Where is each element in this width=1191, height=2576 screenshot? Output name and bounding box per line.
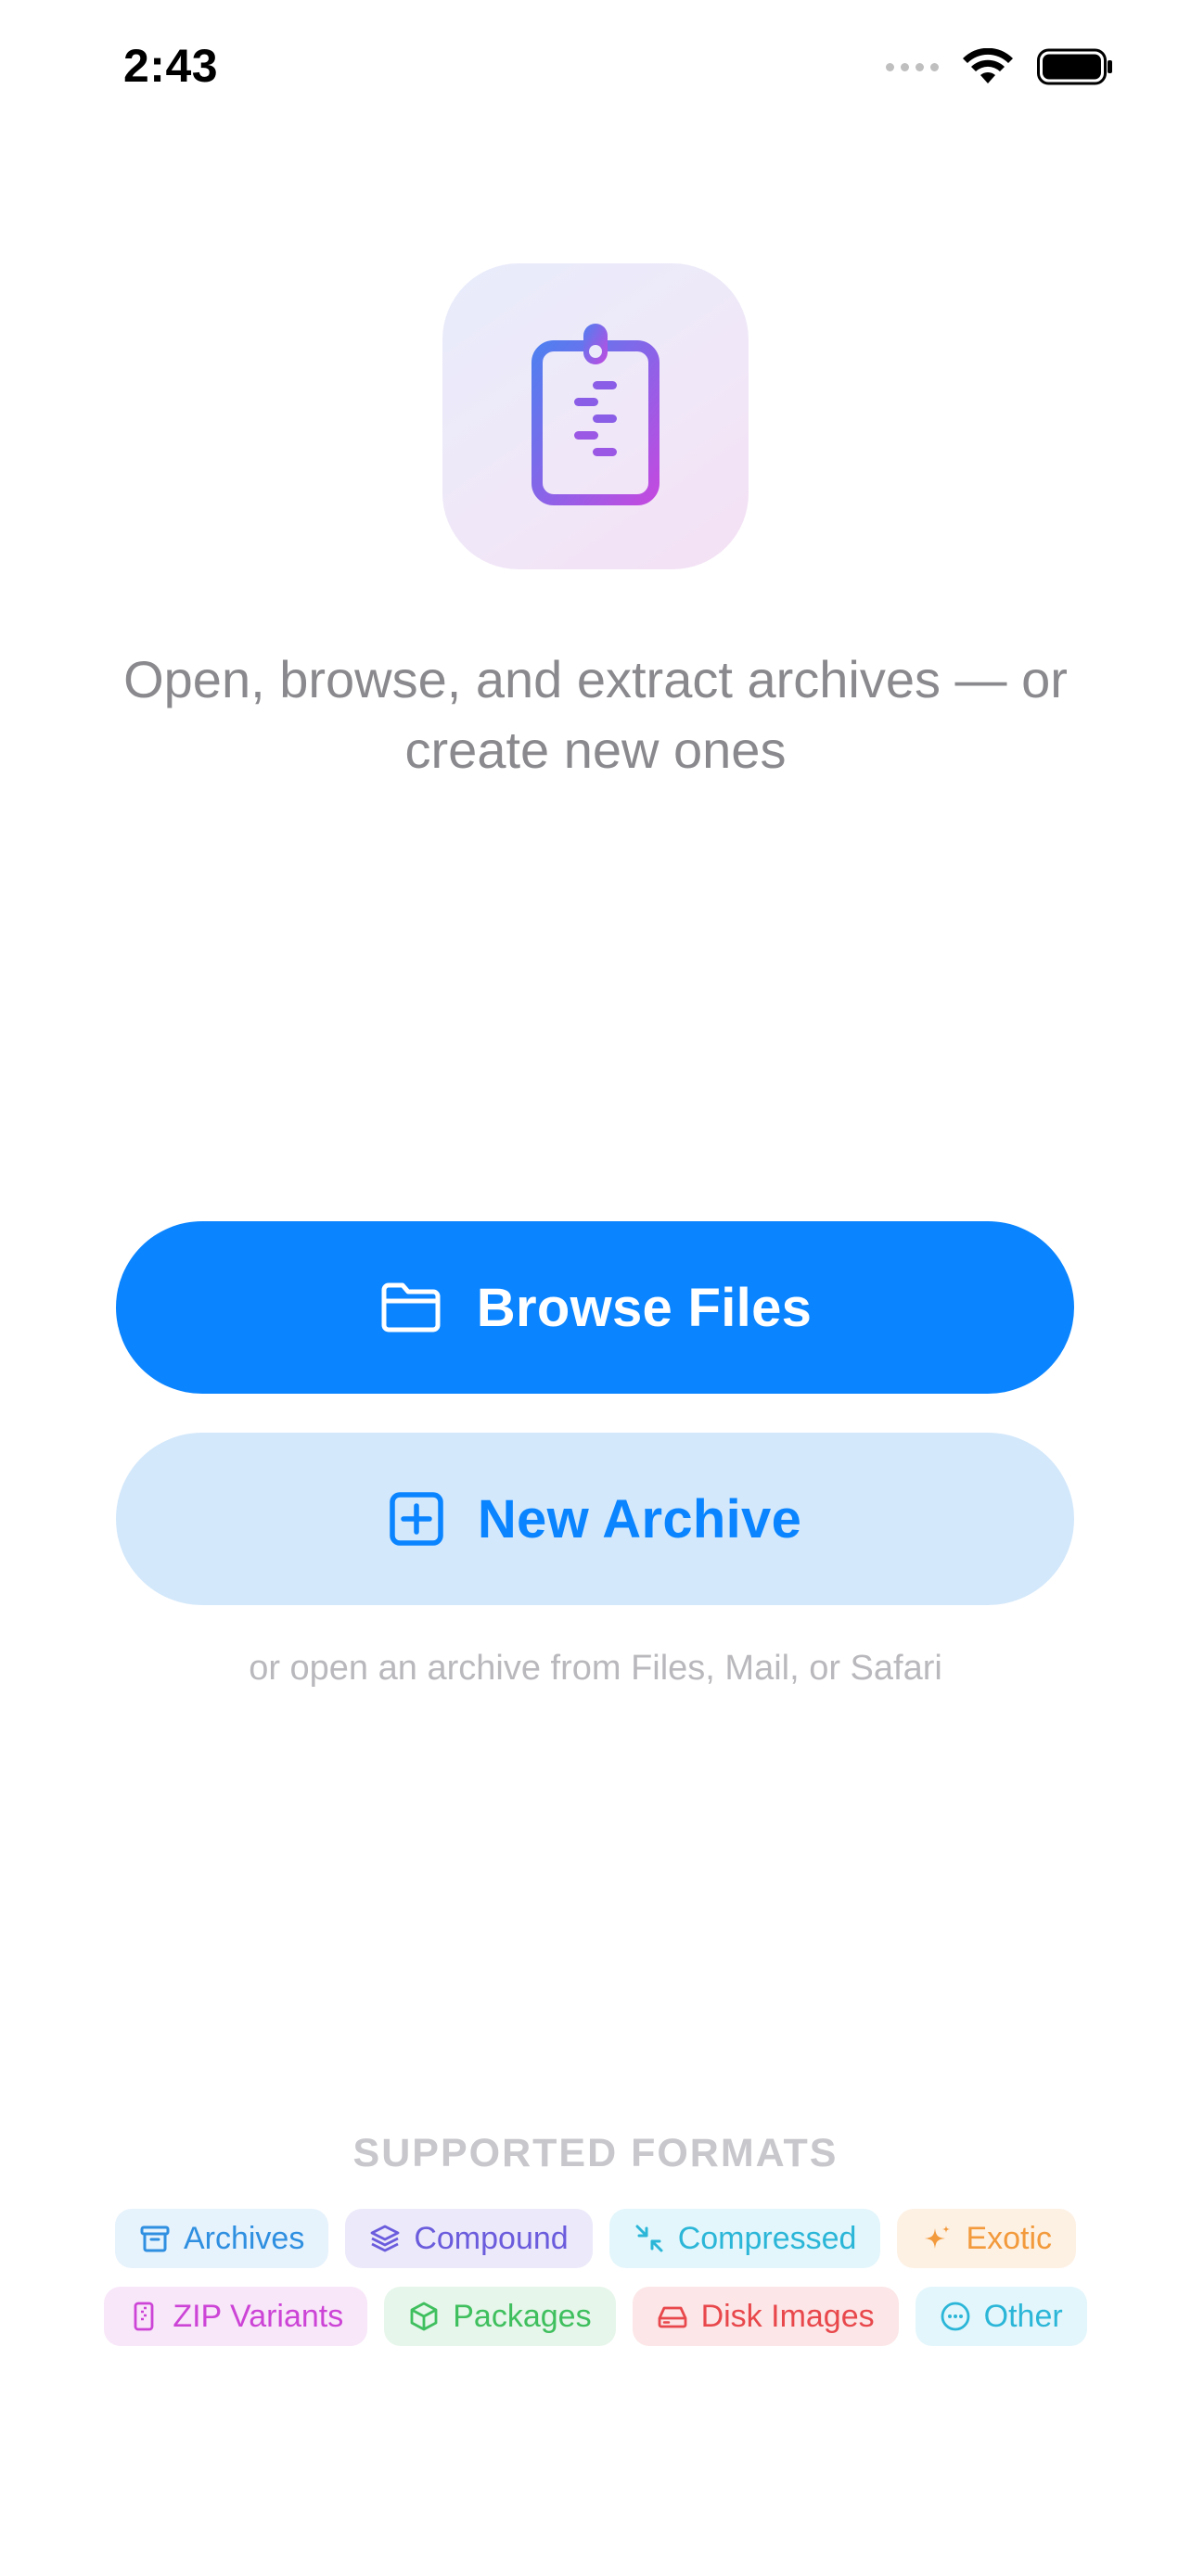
browse-files-button[interactable]: Browse Files <box>116 1221 1074 1394</box>
welcome-screen: 2:43 Open, browse, and extract archives … <box>0 0 1191 2576</box>
welcome-tagline: Open, browse, and extract archives — or … <box>123 650 1068 779</box>
open-from-hint: or open an archive from Files, Mail, or … <box>249 1649 942 1688</box>
formats-row-1: Archives Compound Compressed Exotic <box>0 2209 1191 2268</box>
format-chip-exotic[interactable]: Exotic <box>897 2209 1077 2268</box>
format-chip-disk-images[interactable]: Disk Images <box>632 2287 899 2346</box>
format-chip-label: Disk Images <box>700 2298 875 2334</box>
package-icon <box>410 2302 438 2331</box>
format-chip-other[interactable]: Other <box>915 2287 1087 2346</box>
format-chip-archives[interactable]: Archives <box>114 2209 329 2268</box>
supported-formats-title: SUPPORTED FORMATS <box>352 2131 839 2175</box>
format-chip-zip-variants[interactable]: ZIP Variants <box>104 2287 368 2346</box>
format-chip-label: Compressed <box>677 2220 857 2256</box>
format-chip-compound[interactable]: Compound <box>345 2209 593 2268</box>
layers-icon <box>370 2225 400 2252</box>
format-chip-label: Exotic <box>966 2220 1053 2256</box>
format-chip-label: Compound <box>414 2220 569 2256</box>
cellular-signal-icon <box>886 62 939 71</box>
compress-arrows-icon <box>635 2225 663 2252</box>
format-chip-label: ZIP Variants <box>173 2298 344 2334</box>
wifi-icon <box>963 48 1013 83</box>
archive-box-icon <box>140 2225 170 2252</box>
disk-drive-icon <box>658 2306 686 2328</box>
browse-files-label: Browse Files <box>476 1277 813 1338</box>
format-chip-packages[interactable]: Packages <box>384 2287 616 2346</box>
format-chip-compressed[interactable]: Compressed <box>608 2209 881 2268</box>
new-archive-button[interactable]: New Archive <box>116 1433 1074 1605</box>
format-chip-label: Archives <box>183 2220 305 2256</box>
status-indicators <box>886 46 1113 87</box>
formats-row-2: ZIP Variants Packages Disk Images Other <box>0 2287 1191 2346</box>
zip-file-icon <box>134 2302 154 2331</box>
sparkle-icon <box>925 2225 951 2249</box>
ellipsis-circle-icon <box>941 2302 970 2331</box>
zipped-clipboard-icon <box>531 324 660 505</box>
battery-icon <box>1037 48 1112 85</box>
folder-icon <box>381 1282 441 1333</box>
format-chip-label: Other <box>983 2298 1063 2334</box>
format-chip-label: Packages <box>453 2298 592 2334</box>
app-logo <box>442 263 749 569</box>
new-archive-label: New Archive <box>477 1488 802 1549</box>
status-time: 2:43 <box>123 40 219 92</box>
plus-square-icon <box>390 1492 443 1546</box>
